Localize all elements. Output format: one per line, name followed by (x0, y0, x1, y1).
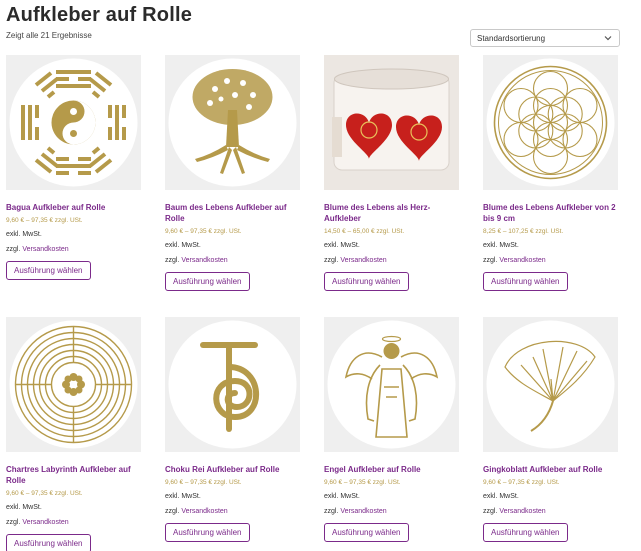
product-price: 14,50 € – 65,00 € zzgl. USt. (324, 228, 405, 235)
product-title[interactable]: Blume des Lebens Aufkleber von 2 bis 9 c… (483, 202, 618, 224)
product-card: Gingkoblatt Aufkleber auf Rolle 9,60 € –… (483, 317, 618, 542)
product-title[interactable]: Engel Aufkleber auf Rolle (324, 464, 459, 475)
product-card: Blume des Lebens Aufkleber von 2 bis 9 c… (483, 55, 618, 291)
bagua-yin-yang-icon (9, 58, 138, 187)
tax-note: exkl. MwSt. (165, 242, 201, 249)
select-options-button[interactable]: Ausführung wählen (324, 272, 409, 291)
product-price: 9,60 € – 97,35 € zzgl. USt. (165, 228, 242, 235)
shipping-prefix: zzgl. (165, 257, 180, 264)
shipping-prefix: zzgl. (324, 257, 339, 264)
shipping-link[interactable]: Versandkosten (181, 508, 227, 515)
select-options-button[interactable]: Ausführung wählen (165, 272, 250, 291)
product-title[interactable]: Baum des Lebens Aufkleber auf Rolle (165, 202, 300, 224)
product-title[interactable]: Gingkoblatt Aufkleber auf Rolle (483, 464, 618, 475)
select-options-button[interactable]: Ausführung wählen (165, 523, 250, 542)
shipping-link[interactable]: Versandkosten (499, 257, 545, 264)
product-image[interactable] (483, 55, 618, 190)
product-card: Engel Aufkleber auf Rolle 9,60 € – 97,35… (324, 317, 459, 542)
shipping-link[interactable]: Versandkosten (340, 508, 386, 515)
shipping-prefix: zzgl. (324, 508, 339, 515)
shipping-prefix: zzgl. (6, 246, 21, 253)
shipping-link[interactable]: Versandkosten (22, 246, 68, 253)
tax-note: exkl. MwSt. (165, 493, 201, 500)
shipping-prefix: zzgl. (165, 508, 180, 515)
tree-of-life-icon (168, 58, 297, 187)
product-price: 9,60 € – 97,35 € zzgl. USt. (6, 490, 83, 497)
product-title[interactable]: Chartres Labyrinth Aufkleber auf Rolle (6, 464, 141, 486)
shipping-prefix: zzgl. (483, 257, 498, 264)
shipping-note: zzgl. Versandkosten (324, 257, 459, 264)
tax-note: exkl. MwSt. (6, 231, 42, 238)
product-image[interactable] (6, 317, 141, 452)
product-image[interactable] (6, 55, 141, 190)
select-options-button[interactable]: Ausführung wählen (483, 523, 568, 542)
product-title[interactable]: Choku Rei Aufkleber auf Rolle (165, 464, 300, 475)
product-price: 9,60 € – 97,35 € zzgl. USt. (324, 479, 401, 486)
shipping-note: zzgl. Versandkosten (6, 246, 141, 253)
page-title: Aufkleber auf Rolle (6, 4, 193, 26)
result-count: Zeigt alle 21 Ergebnisse (6, 31, 92, 40)
shipping-note: zzgl. Versandkosten (6, 519, 141, 526)
product-card: Choku Rei Aufkleber auf Rolle 9,60 € – 9… (165, 317, 300, 542)
shipping-prefix: zzgl. (6, 519, 21, 526)
shipping-note: zzgl. Versandkosten (165, 508, 300, 515)
tax-note: exkl. MwSt. (324, 242, 360, 249)
product-card: Blume des Lebens als Herz-Aufkleber 14,5… (324, 55, 459, 291)
angel-icon (327, 320, 456, 449)
ginkgo-leaf-icon (486, 320, 615, 449)
product-price: 9,60 € – 97,35 € zzgl. USt. (483, 479, 560, 486)
shipping-prefix: zzgl. (483, 508, 498, 515)
shipping-note: zzgl. Versandkosten (483, 508, 618, 515)
shipping-link[interactable]: Versandkosten (340, 257, 386, 264)
tax-note: exkl. MwSt. (483, 242, 519, 249)
select-options-button[interactable]: Ausführung wählen (324, 523, 409, 542)
product-image[interactable] (165, 55, 300, 190)
shipping-note: zzgl. Versandkosten (165, 257, 300, 264)
product-title[interactable]: Bagua Aufkleber auf Rolle (6, 202, 141, 213)
product-card: Bagua Aufkleber auf Rolle 9,60 € – 97,35… (6, 55, 141, 280)
shipping-link[interactable]: Versandkosten (181, 257, 227, 264)
select-options-button[interactable]: Ausführung wählen (6, 534, 91, 551)
chevron-down-icon (604, 36, 612, 41)
product-price: 8,25 € – 107,25 € zzgl. USt. (483, 228, 564, 235)
product-image[interactable] (324, 317, 459, 452)
select-options-button[interactable]: Ausführung wählen (6, 261, 91, 280)
shipping-note: zzgl. Versandkosten (483, 257, 618, 264)
heart-sticker-roll-icon (324, 55, 459, 190)
choku-rei-icon (168, 320, 297, 449)
shipping-link[interactable]: Versandkosten (499, 508, 545, 515)
sort-selected-label: Standardsortierung (477, 33, 546, 43)
product-price: 9,60 € – 97,35 € zzgl. USt. (165, 479, 242, 486)
shipping-link[interactable]: Versandkosten (22, 519, 68, 526)
tax-note: exkl. MwSt. (6, 504, 42, 511)
product-image[interactable] (324, 55, 459, 190)
product-card: Chartres Labyrinth Aufkleber auf Rolle 9… (6, 317, 141, 551)
product-title[interactable]: Blume des Lebens als Herz-Aufkleber (324, 202, 459, 224)
select-options-button[interactable]: Ausführung wählen (483, 272, 568, 291)
product-price: 9,60 € – 97,35 € zzgl. USt. (6, 217, 83, 224)
sort-dropdown[interactable]: Standardsortierung (470, 29, 620, 47)
shipping-note: zzgl. Versandkosten (324, 508, 459, 515)
product-card: Baum des Lebens Aufkleber auf Rolle 9,60… (165, 55, 300, 291)
tax-note: exkl. MwSt. (324, 493, 360, 500)
product-image[interactable] (165, 317, 300, 452)
labyrinth-icon (9, 320, 138, 449)
flower-of-life-icon (486, 58, 615, 187)
product-image[interactable] (483, 317, 618, 452)
tax-note: exkl. MwSt. (483, 493, 519, 500)
